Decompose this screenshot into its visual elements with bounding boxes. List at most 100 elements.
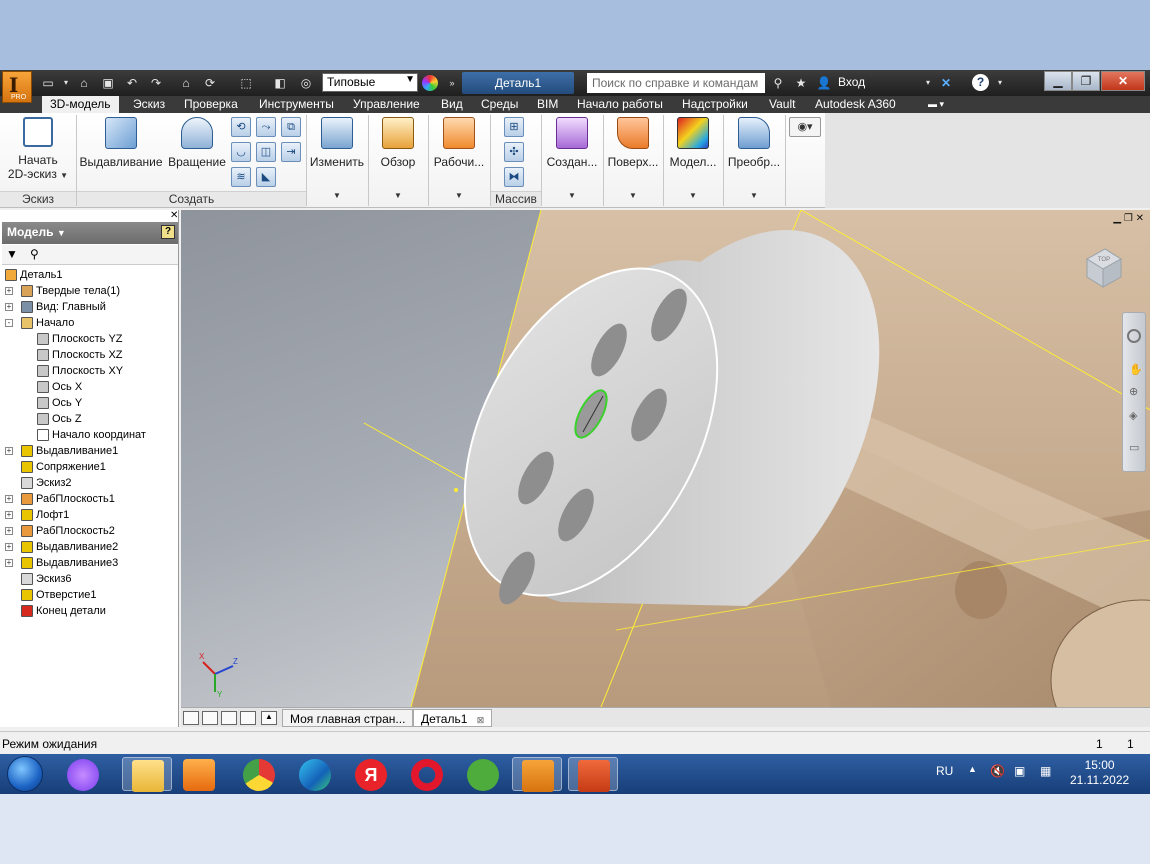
new-dropdown-icon[interactable]: ▾ [58,75,74,91]
tree-node[interactable]: Ось Y [2,395,178,411]
tree-node[interactable]: Начало координат [2,427,178,443]
circular-pattern-icon[interactable]: ✣ [504,142,524,162]
tree-node[interactable]: Эскиз6 [2,571,178,587]
graphics-viewport[interactable]: ▁ ❐ ✕ TOP ✋ ⊕ ◈ ▭ X Z Y [181,210,1150,707]
tab-3d-model[interactable]: 3D-модель [42,96,119,113]
tab-addins[interactable]: Надстройки [682,97,748,112]
chrome-button[interactable] [234,757,284,791]
exchange-apps-icon[interactable]: ✕ [938,75,954,91]
close-tab-icon[interactable]: ⊠ [477,715,485,725]
undo-icon[interactable]: ↶ [124,75,140,91]
select-icon[interactable]: ⬚ [238,75,254,91]
edge-button[interactable] [290,757,340,791]
close-icon[interactable]: ✕ [170,210,178,221]
tree-node[interactable]: + Твердые тела(1) [2,283,178,299]
tree-node[interactable]: + Вид: Главный [2,299,178,315]
decal-icon[interactable]: ◣ [256,167,276,187]
panel-options-icon[interactable]: ◉▾ [789,117,821,137]
help-search-input[interactable]: Поиск по справке и командам [587,73,765,93]
sign-in-dropdown-icon[interactable]: ▾ [920,75,936,91]
tile-vertical-icon[interactable] [240,711,256,725]
orbit-icon[interactable]: ◈ [1129,409,1137,422]
opera-button[interactable] [402,757,452,791]
system-clock[interactable]: 15:00 21.11.2022 [1070,758,1129,788]
loft-icon[interactable]: ⟲ [231,117,251,137]
convert-button[interactable]: Преобр... ▼ [725,117,783,200]
steering-wheel-icon[interactable] [1127,329,1141,343]
expand-icon[interactable]: + [5,559,13,567]
show-hidden-icons[interactable]: ▲ [968,764,977,774]
appearance-color-icon[interactable] [422,75,438,91]
tab-part1[interactable]: Деталь1 ⊠ [413,709,493,727]
emboss-icon[interactable]: ⧉ [281,117,301,137]
expand-icon[interactable]: + [5,287,13,295]
tree-node[interactable]: Деталь1 [2,267,178,283]
restore-button[interactable]: ❐ [1072,71,1100,91]
file-explorer-button[interactable] [122,757,172,792]
sweep-icon[interactable]: ⤳ [256,117,276,137]
derive-icon[interactable]: ⇥ [281,142,301,162]
search-binoculars-icon[interactable]: ⚲ [770,75,786,91]
tree-node[interactable]: Плоскость XY [2,363,178,379]
tree-node[interactable]: + Лофт1 [2,507,178,523]
surface-button[interactable]: Поверх... ▼ [605,117,661,200]
tab-vault[interactable]: Vault [769,97,795,112]
expand-icon[interactable]: + [5,527,13,535]
tab-my-home[interactable]: Моя главная стран... [282,709,414,727]
expand-icon[interactable]: + [5,447,13,455]
expand-icon[interactable]: + [5,511,13,519]
tree-node[interactable]: Отверстие1 [2,587,178,603]
tab-sketch[interactable]: Эскиз [133,97,165,112]
expand-icon[interactable]: + [5,495,13,503]
tile-horizontal-icon[interactable] [221,711,237,725]
zoom-icon[interactable]: ⊕ [1129,385,1138,398]
appearance-style-select[interactable]: Типовые ▼ [322,73,418,92]
coil-icon[interactable]: ◫ [256,142,276,162]
tree-node[interactable]: + Выдавливание3 [2,555,178,571]
pan-hand-icon[interactable]: ✋ [1129,363,1143,376]
tab-inspect[interactable]: Проверка [184,97,238,112]
help-dropdown-icon[interactable]: ▾ [992,75,1008,91]
revolve-button[interactable]: Вращение [166,117,228,169]
mirror-icon[interactable]: ⧓ [504,167,524,187]
tab-tools[interactable]: Инструменты [259,97,334,112]
more-tools-icon[interactable]: » [444,75,460,91]
inventor-app-logo[interactable]: I PRO [2,71,32,103]
tree-node[interactable]: Ось Z [2,411,178,427]
tree-node[interactable]: + РабПлоскость1 [2,491,178,507]
language-indicator[interactable]: RU [936,764,953,778]
expand-icon[interactable]: + [5,303,13,311]
minimize-button[interactable]: ▁ [1044,71,1072,91]
redo-icon[interactable]: ↷ [148,75,164,91]
powerpoint-task-button[interactable] [568,757,618,792]
tree-node[interactable]: Плоскость XZ [2,347,178,363]
tree-node[interactable]: + Выдавливание1 [2,443,178,459]
tab-environments[interactable]: Среды [481,97,518,112]
tree-node[interactable]: + РабПлоскость2 [2,523,178,539]
viewcube[interactable]: TOP [1081,245,1125,289]
tree-node[interactable]: Плоскость YZ [2,331,178,347]
cascade-windows-icon[interactable] [183,711,199,725]
look-at-icon[interactable]: ▭ [1129,441,1139,454]
rectangular-pattern-icon[interactable]: ⊞ [504,117,524,137]
open-icon[interactable]: ⌂ [76,75,92,91]
modify-button[interactable]: Изменить ▼ [308,117,366,200]
media-player-button[interactable] [174,757,224,791]
favorites-star-icon[interactable]: ★ [793,75,809,91]
simulation-button[interactable]: Модел... ▼ [665,117,721,200]
update-icon[interactable]: ⟳ [202,75,218,91]
tree-node[interactable]: Конец детали [2,603,178,619]
tab-bim[interactable]: BIM [537,97,558,112]
sign-in-link[interactable]: Вход [838,75,865,89]
start-button[interactable] [7,756,43,792]
material-icon[interactable]: ◎ [298,75,314,91]
tile-windows-icon[interactable] [202,711,218,725]
alice-assistant-button[interactable] [58,757,108,791]
tab-manage[interactable]: Управление [353,97,420,112]
tree-node[interactable]: + Выдавливание2 [2,539,178,555]
expand-icon[interactable]: + [5,543,13,551]
ribbon-display-icon[interactable]: ▬ ▾ [928,97,944,112]
help-button[interactable]: ? [972,74,989,91]
start-2d-sketch-button[interactable]: Начать 2D-эскиз ▼ [6,117,70,181]
tree-node[interactable]: - Начало [2,315,178,331]
